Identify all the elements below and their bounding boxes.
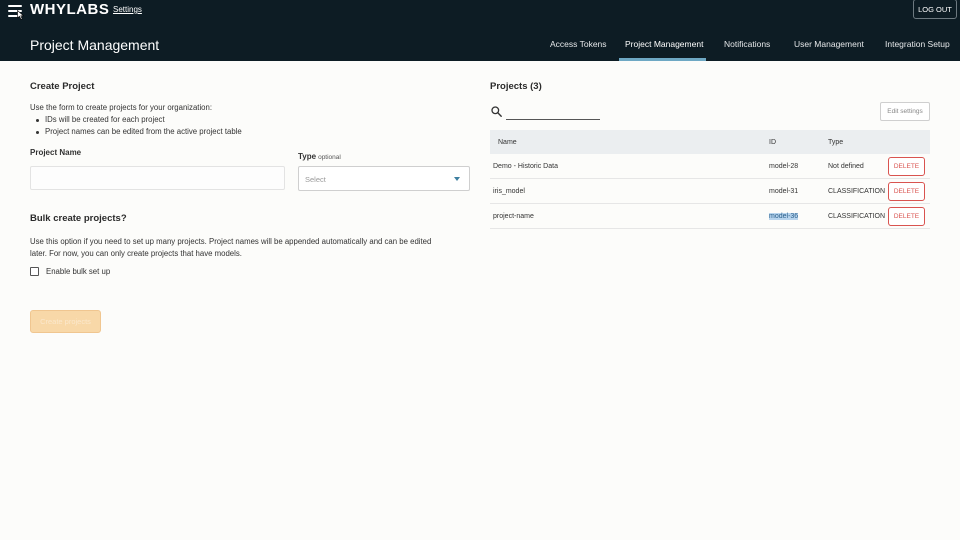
bulk-description-line1: Use this option if you need to set up ma…	[30, 237, 432, 246]
projects-table: Name ID Type Demo - Historic Data model-…	[490, 130, 930, 229]
create-project-bullets: IDs will be created for each project Pro…	[36, 114, 242, 138]
column-header-name: Name	[498, 139, 517, 146]
project-name-cell[interactable]: project-name	[493, 213, 534, 220]
bulk-description-line2: later. For now, you can only create proj…	[30, 249, 242, 258]
bullet-item: Project names can be edited from the act…	[36, 126, 242, 138]
create-projects-button[interactable]: Create projects	[30, 310, 101, 333]
project-name-cell[interactable]: iris_model	[493, 188, 525, 195]
project-id-cell: model-28	[769, 163, 799, 170]
search-icon[interactable]	[491, 106, 502, 117]
column-header-type: Type	[828, 139, 844, 146]
projects-search-input[interactable]	[506, 104, 600, 120]
project-name-label: Project Name	[30, 148, 82, 157]
delete-button[interactable]: DELETE	[888, 207, 925, 226]
type-label: Type optional	[298, 152, 341, 161]
tab-integration-setup[interactable]: Integration Setup	[885, 39, 950, 49]
type-select[interactable]: Select	[298, 166, 470, 191]
type-label-text: Type	[298, 152, 317, 161]
edit-settings-button[interactable]: Edit settings	[880, 102, 930, 121]
tab-access-tokens[interactable]: Access Tokens	[550, 39, 607, 49]
top-header: WHYLABS Settings LOG OUT Project Managem…	[0, 0, 960, 61]
project-type-cell: CLASSIFICATION	[828, 213, 886, 220]
project-id-cell: model-31	[769, 188, 799, 195]
caret-down-icon	[454, 177, 460, 181]
delete-button[interactable]: DELETE	[888, 157, 925, 176]
table-row: project-name model-36 CLASSIFICATION DEL…	[490, 204, 930, 229]
delete-button[interactable]: DELETE	[888, 182, 925, 201]
tab-user-management[interactable]: User Management	[794, 39, 864, 49]
bulk-create-heading: Bulk create projects?	[30, 213, 127, 224]
enable-bulk-label[interactable]: Enable bulk set up	[46, 267, 110, 276]
settings-nav-tabs: Access Tokens Project Management Notific…	[0, 0, 960, 61]
optional-hint: optional	[318, 154, 341, 161]
table-row: Demo - Historic Data model-28 Not define…	[490, 154, 930, 179]
type-select-placeholder: Select	[305, 175, 326, 184]
project-name-cell[interactable]: Demo - Historic Data	[493, 163, 558, 170]
projects-heading: Projects (3)	[490, 81, 542, 92]
column-header-id: ID	[769, 139, 776, 146]
enable-bulk-checkbox[interactable]	[30, 267, 39, 276]
project-type-cell: Not defined	[828, 163, 864, 170]
table-row: iris_model model-31 CLASSIFICATION DELET…	[490, 179, 930, 204]
project-id-cell-selected: model-36	[769, 213, 799, 220]
project-name-input[interactable]	[30, 166, 285, 190]
tab-project-management[interactable]: Project Management	[625, 39, 703, 49]
create-project-heading: Create Project	[30, 81, 95, 92]
table-header: Name ID Type	[490, 130, 930, 154]
bullet-item: IDs will be created for each project	[36, 114, 242, 126]
create-project-intro: Use the form to create projects for your…	[30, 103, 213, 112]
project-type-cell: CLASSIFICATION	[828, 188, 886, 195]
selected-id-text: model-36	[769, 213, 799, 220]
tab-notifications[interactable]: Notifications	[724, 39, 770, 49]
active-tab-indicator	[619, 58, 706, 61]
